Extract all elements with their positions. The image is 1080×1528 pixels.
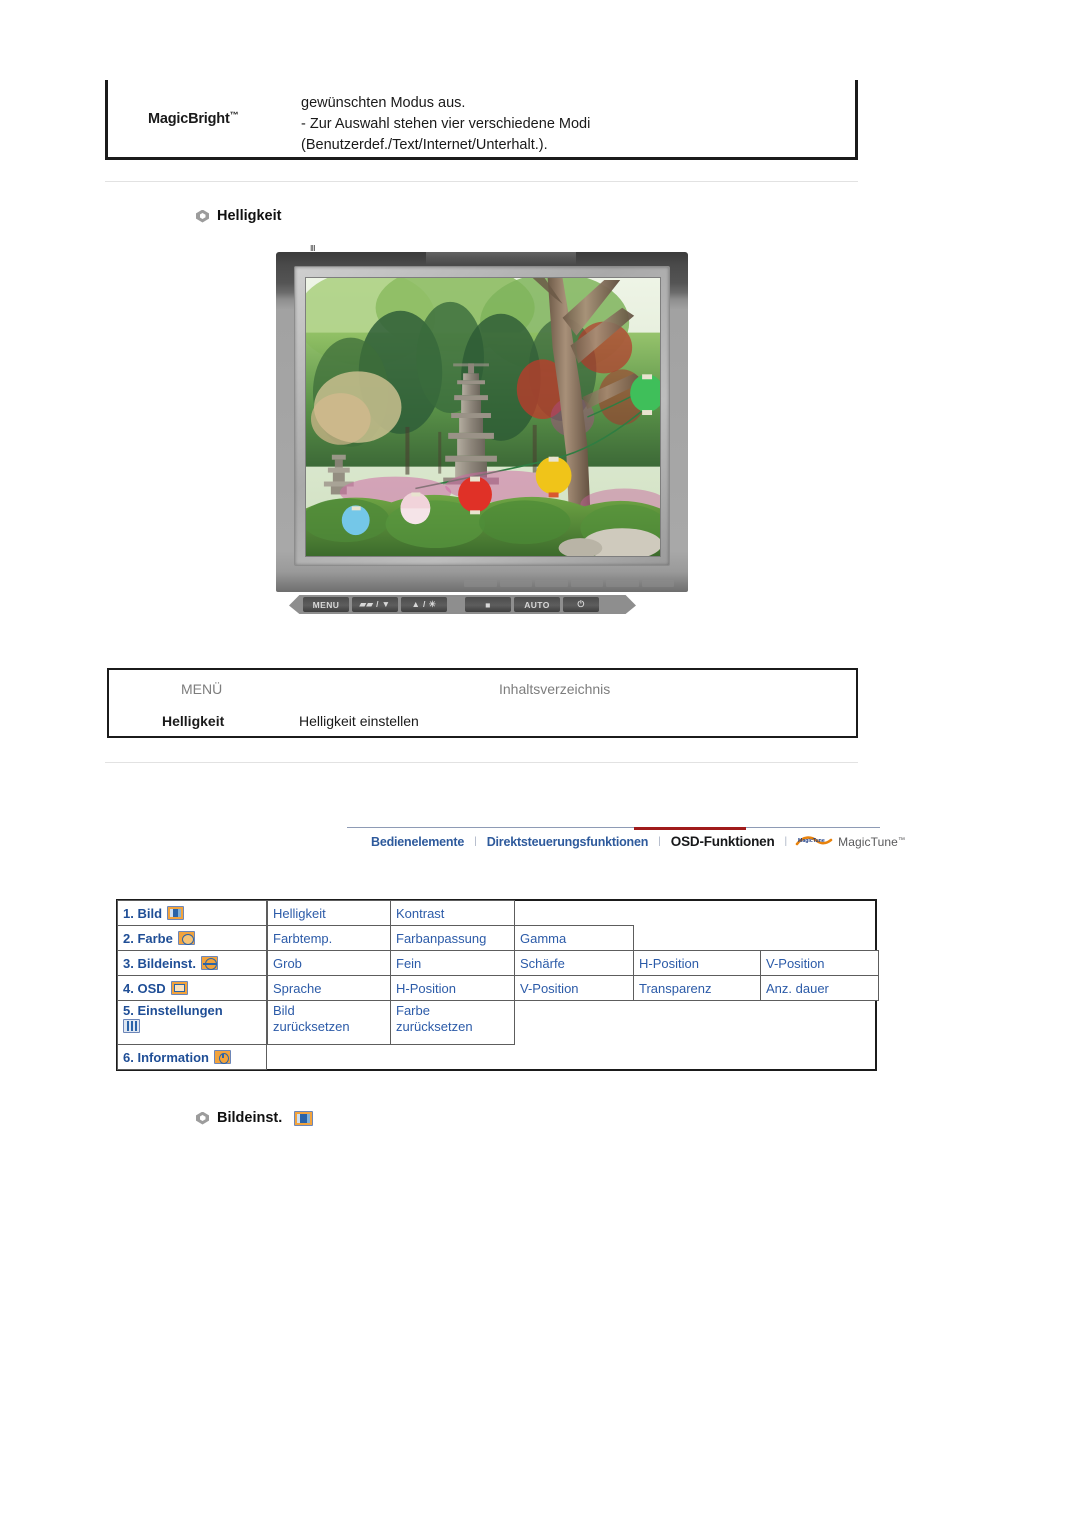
osd-item-grob[interactable]: Grob <box>267 950 391 976</box>
osd-item-bild-zuruecksetzen[interactable]: Bild zurücksetzen <box>267 1000 391 1045</box>
monitor-up-brightness-button[interactable]: ▲ / ☀ <box>401 597 447 612</box>
menu-contents-table: MENÜ Inhaltsverzeichnis Helligkeit Helli… <box>107 668 858 738</box>
picture-icon <box>167 906 185 920</box>
nav-separator-1: | <box>474 836 477 847</box>
heading-bildeinst-label: Bildeinst. <box>217 1110 283 1126</box>
osd-item-h-position-2[interactable]: H-Position <box>390 975 515 1001</box>
magicbright-description: gewünschten Modus aus. - Zur Auswahl ste… <box>301 95 591 153</box>
osd-item-v-position-2[interactable]: V-Position <box>514 975 634 1001</box>
osd-row-label-bild[interactable]: 1. Bild <box>117 900 267 926</box>
magicbright-label: MagicBright™ <box>148 110 239 127</box>
osd-row-label-osd[interactable]: 4. OSD <box>117 975 267 1001</box>
osd-row-label-information[interactable]: 6. Information <box>117 1044 267 1070</box>
osd-item-helligkeit[interactable]: Helligkeit <box>267 900 391 926</box>
osd-item-farbanpassung[interactable]: Farbanpassung <box>390 925 515 951</box>
osd-item-kontrast[interactable]: Kontrast <box>390 900 515 926</box>
menu-row-name: Helligkeit <box>162 713 225 729</box>
monitor-enter-button[interactable]: ■ <box>465 597 511 612</box>
divider-bottom <box>105 762 858 763</box>
magicbright-info-box: MagicBright™ gewünschten Modus aus. - Zu… <box>105 80 858 160</box>
magictune-label: MagicTune™ <box>838 834 906 849</box>
osd-function-grid: 1. Bild Helligkeit Kontrast 2. Farbe Far… <box>116 899 879 1071</box>
osd-row-label-bildeinst[interactable]: 3. Bildeinst. <box>117 950 267 976</box>
monitor-control-strip: MENU ▰▰ / ▼ ▲ / ☀ ■ AUTO ⏻ <box>289 595 636 614</box>
osd-item-anz-dauer[interactable]: Anz. dauer <box>760 975 879 1001</box>
menu-row-contents: Helligkeit einstellen <box>299 713 419 729</box>
svg-text:MagicTune: MagicTune <box>798 838 825 844</box>
diamond-bullet-icon <box>196 210 209 223</box>
setup-icon <box>123 1019 140 1033</box>
tab-bedienelemente[interactable]: Bedienelemente <box>363 835 472 849</box>
monitor-cabinet <box>276 252 688 592</box>
tab-osd-funktionen[interactable]: OSD-Funktionen <box>663 834 783 849</box>
osd-item-schaerfe[interactable]: Schärfe <box>514 950 634 976</box>
menu-column-header: MENÜ <box>181 681 223 697</box>
heading-helligkeit-label: Helligkeit <box>217 208 282 224</box>
picture-icon-heading <box>294 1110 314 1126</box>
info-icon <box>213 1050 231 1064</box>
garden-photo <box>306 278 660 556</box>
menu-indicator-icon: Ⅲ <box>310 244 315 253</box>
monitor-bezel <box>294 266 670 566</box>
osd-item-h-position[interactable]: H-Position <box>633 950 761 976</box>
monitor-down-button[interactable]: ▰▰ / ▼ <box>352 597 398 612</box>
monitor-screen <box>305 277 661 557</box>
monitor-menu-button[interactable]: MENU <box>303 597 349 612</box>
geometry-icon <box>200 956 218 970</box>
color-icon <box>177 931 195 945</box>
heading-bildeinst: Bildeinst. <box>196 1110 314 1126</box>
osd-item-farbtemp[interactable]: Farbtemp. <box>267 925 391 951</box>
osd-item-fein[interactable]: Fein <box>390 950 515 976</box>
magictune-logo-icon: MagicTune <box>795 835 833 848</box>
osd-item-sprache[interactable]: Sprache <box>267 975 391 1001</box>
osd-item-v-position[interactable]: V-Position <box>760 950 879 976</box>
bezel-button-labels <box>464 579 674 588</box>
nav-separator-2: | <box>658 836 661 847</box>
active-tab-underline <box>634 827 746 830</box>
osd-row-label-farbe[interactable]: 2. Farbe <box>117 925 267 951</box>
monitor-power-button[interactable]: ⏻ <box>563 597 599 612</box>
contents-column-header: Inhaltsverzeichnis <box>499 681 611 697</box>
osd-item-transparenz[interactable]: Transparenz <box>633 975 761 1001</box>
cabinet-gloss <box>426 252 576 265</box>
monitor-illustration: MENU ▰▰ / ▼ ▲ / ☀ ■ AUTO ⏻ Ⅲ <box>276 244 688 614</box>
osd-item-gamma[interactable]: Gamma <box>514 925 634 951</box>
osd-item-farbe-zuruecksetzen[interactable]: Farbe zurücksetzen <box>390 1000 515 1045</box>
nav-separator-3: | <box>784 836 788 847</box>
control-strip-gap <box>450 597 462 612</box>
osd-row-label-einstellungen[interactable]: 5. Einstellungen <box>117 1000 267 1045</box>
osd-icon <box>170 981 188 995</box>
magictune-link[interactable]: MagicTune MagicTune™ <box>789 835 905 849</box>
diamond-bullet-icon-2 <box>196 1112 209 1125</box>
section-nav-bar: Bedienelemente | Direktsteuerungsfunktio… <box>347 827 905 859</box>
divider-top <box>105 181 858 182</box>
tab-direktsteuerungsfunktionen[interactable]: Direktsteuerungsfunktionen <box>479 835 657 849</box>
heading-helligkeit: Helligkeit <box>196 208 281 224</box>
monitor-auto-button[interactable]: AUTO <box>514 597 560 612</box>
